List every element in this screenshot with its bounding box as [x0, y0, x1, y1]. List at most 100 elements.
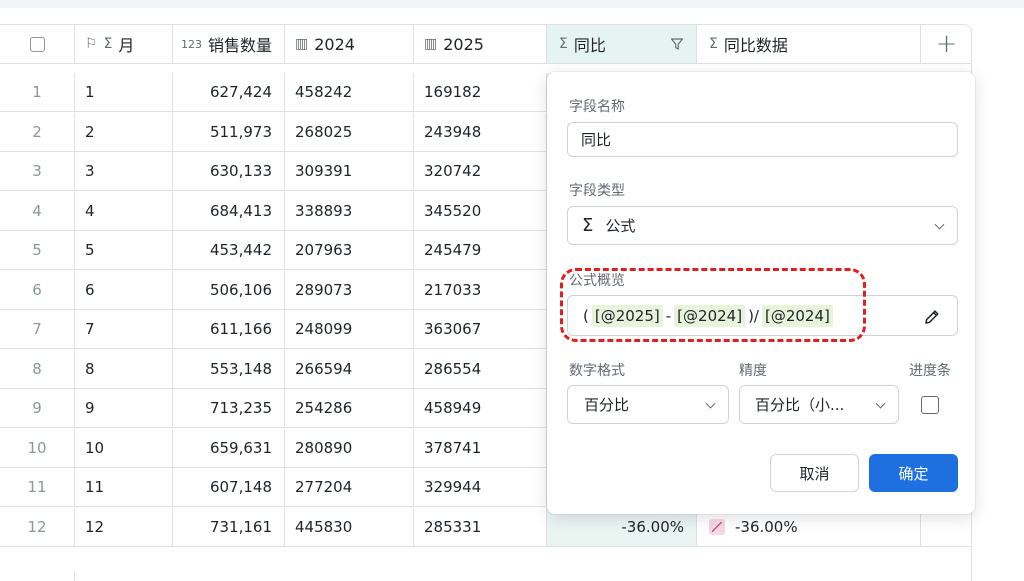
cell-sales[interactable]: 506,106 [173, 270, 285, 309]
chevron-down-icon [934, 219, 945, 230]
pencil-icon[interactable] [923, 308, 941, 326]
number-format-select[interactable]: 百分比 [567, 385, 729, 424]
sigma-icon: Σ [709, 36, 718, 52]
cell-month[interactable]: 4 [75, 191, 173, 230]
cell-2025[interactable]: 243948 [414, 112, 547, 151]
header-yoy-label: 同比 [573, 36, 606, 55]
header-sales[interactable]: 123 销售数量 [173, 25, 285, 63]
cell-month[interactable]: 5 [75, 231, 173, 269]
cell-sales[interactable]: 731,161 [173, 507, 285, 546]
row-index[interactable]: 10 [0, 428, 75, 467]
cell-2024[interactable]: 338893 [285, 191, 414, 230]
cell-2024[interactable]: 445830 [285, 507, 414, 546]
cell-2024[interactable]: 207963 [285, 231, 414, 269]
cell-month[interactable]: 12 [75, 507, 173, 546]
row-index[interactable]: 7 [0, 310, 75, 348]
header-yoy[interactable]: Σ 同比 [547, 25, 697, 63]
header-month[interactable]: ⚐ Σ 月 [75, 25, 173, 63]
plus-icon: + [27, 575, 47, 581]
cell-2024[interactable]: 248099 [285, 310, 414, 348]
top-strip [0, 0, 1024, 8]
cell-month[interactable]: 7 [75, 310, 173, 348]
chevron-down-icon [705, 398, 716, 409]
cell-2025[interactable]: 320742 [414, 152, 547, 190]
cell-2024[interactable]: 277204 [285, 468, 414, 506]
select-all-cell[interactable] [0, 25, 75, 63]
precision-label: 精度 [739, 363, 767, 379]
header-2025-label: 2025 [443, 34, 484, 54]
confirm-button[interactable]: 确定 [869, 454, 958, 492]
add-column-button[interactable]: + [921, 25, 971, 63]
row-index[interactable]: 11 [0, 468, 75, 506]
row-index[interactable]: 1 [0, 73, 75, 111]
cell-2024[interactable]: 280890 [285, 428, 414, 467]
sigma-icon: Σ [559, 36, 568, 52]
cell-month[interactable]: 10 [75, 428, 173, 467]
cell-month[interactable]: 3 [75, 152, 173, 190]
cell-sales[interactable]: 627,424 [173, 73, 285, 111]
cell-2025[interactable]: 458949 [414, 389, 547, 427]
row-index[interactable]: 8 [0, 349, 75, 388]
flag-icon: ⚐ [85, 36, 98, 52]
cell-2025[interactable]: 217033 [414, 270, 547, 309]
field-type-value: 公式 [605, 217, 636, 235]
cell-sales[interactable]: 511,973 [173, 112, 285, 151]
cell-2025[interactable]: 169182 [414, 73, 547, 111]
cell-2025[interactable]: 286554 [414, 349, 547, 388]
cell-2025[interactable]: 345520 [414, 191, 547, 230]
confirm-label: 确定 [898, 464, 929, 483]
cell-month[interactable]: 6 [75, 270, 173, 309]
cancel-button[interactable]: 取消 [770, 454, 859, 492]
row-index[interactable]: 2 [0, 112, 75, 151]
field-type-select[interactable]: Σ 公式 [567, 206, 958, 245]
cell-2025[interactable]: 363067 [414, 310, 547, 348]
cell-2025[interactable]: 285331 [414, 507, 547, 546]
cell-sales[interactable]: 553,148 [173, 349, 285, 388]
cell-2024[interactable]: 458242 [285, 73, 414, 111]
field-name-value: 同比 [581, 131, 612, 149]
row-index[interactable]: 4 [0, 191, 75, 230]
progress-bar-label: 进度条 [909, 363, 951, 379]
cell-month[interactable]: 2 [75, 112, 173, 151]
cell-2024[interactable]: 266594 [285, 349, 414, 388]
progress-bar-checkbox[interactable] [921, 396, 939, 414]
cell-sales[interactable]: 453,442 [173, 231, 285, 269]
header-2025[interactable]: ▥ 2025 [414, 25, 547, 63]
header-row: ⚐ Σ 月 123 销售数量 ▥ 2024 ▥ 2025 Σ 同比 Σ 同比数据… [0, 25, 971, 64]
number-format-value: 百分比 [584, 396, 630, 414]
cell-sales[interactable]: 713,235 [173, 389, 285, 427]
cell-month[interactable]: 8 [75, 349, 173, 388]
cell-2024[interactable]: 309391 [285, 152, 414, 190]
cell-month[interactable]: 9 [75, 389, 173, 427]
precision-select[interactable]: 百分比（小... [739, 385, 899, 424]
row-index[interactable]: 12 [0, 507, 75, 546]
cell-2025[interactable]: 245479 [414, 231, 547, 269]
cell-sales[interactable]: 607,148 [173, 468, 285, 506]
add-row-button[interactable]: + [0, 572, 75, 581]
row-index[interactable]: 3 [0, 152, 75, 190]
row-index[interactable]: 6 [0, 270, 75, 309]
header-yoy-data-label: 同比数据 [723, 36, 788, 55]
header-2024-label: 2024 [314, 34, 355, 54]
cell-2025[interactable]: 329944 [414, 468, 547, 506]
cell-2024[interactable]: 254286 [285, 389, 414, 427]
cell-2024[interactable]: 289073 [285, 270, 414, 309]
row-index[interactable]: 5 [0, 231, 75, 269]
field-name-input[interactable]: 同比 [567, 122, 958, 157]
cell-month[interactable]: 1 [75, 73, 173, 111]
cell-2024[interactable]: 268025 [285, 112, 414, 151]
cell-sales[interactable]: 684,413 [173, 191, 285, 230]
row-index[interactable]: 9 [0, 389, 75, 427]
precision-value: 百分比（小... [755, 396, 845, 414]
cell-2025[interactable]: 378741 [414, 428, 547, 467]
filter-icon[interactable] [670, 37, 684, 51]
trend-down-icon [709, 518, 725, 535]
cell-sales[interactable]: 630,133 [173, 152, 285, 190]
cell-sales[interactable]: 611,166 [173, 310, 285, 348]
header-2024[interactable]: ▥ 2024 [285, 25, 414, 63]
cell-month[interactable]: 11 [75, 468, 173, 506]
field-name-label: 字段名称 [569, 99, 625, 115]
cell-sales[interactable]: 659,631 [173, 428, 285, 467]
header-yoy-data[interactable]: Σ 同比数据 [697, 25, 921, 63]
select-all-checkbox[interactable] [29, 36, 45, 52]
